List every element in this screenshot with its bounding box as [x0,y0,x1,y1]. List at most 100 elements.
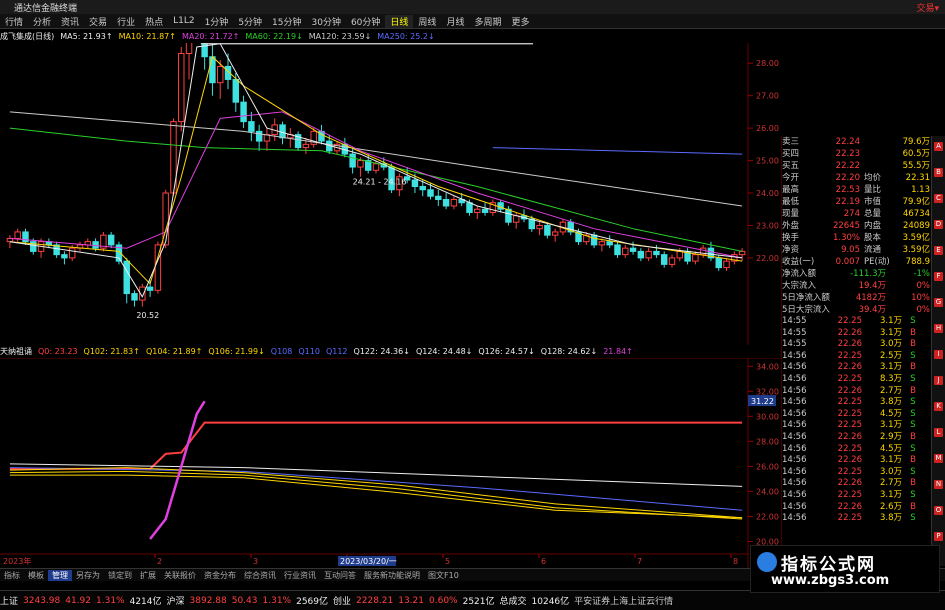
bottom-tab-12[interactable]: 图文F10 [424,570,463,581]
timeframe-1[interactable]: 5分钟 [233,15,267,28]
timeframe-9[interactable]: 更多 [506,15,534,28]
timeframe-2[interactable]: 15分钟 [267,15,306,28]
tick-time: 14:56 [782,373,807,384]
candle-body-29 [232,78,240,103]
side-tool-button-6[interactable]: G [934,298,943,307]
candle-body-52 [411,179,419,188]
side-tool-button-15[interactable]: P [934,532,943,541]
flow-value: 4182万 [855,293,886,303]
candle-body-68 [536,224,543,230]
flow-value: -111.3万 [850,269,886,279]
bottom-tab-7[interactable]: 资金分布 [200,570,240,581]
candle-body-57 [450,198,458,207]
menu-item-0[interactable]: 行情 [0,15,28,28]
candle-body-7 [61,254,68,259]
tick-side: B [910,339,916,350]
timeframe-7[interactable]: 月线 [441,15,469,28]
tick-time: 14:56 [782,397,807,408]
flow-label: 大宗流入 [782,281,817,291]
status-item-6: 3892.88 [189,595,227,606]
status-item-0: 上证 [0,597,19,607]
title-bar: 通达信金融终端 交易▾ [0,0,945,14]
sub-legend-9: Q126: 24.57↓ [478,347,535,356]
bottom-tab-8[interactable]: 综合资讯 [240,570,280,581]
tick-side: B [910,327,916,338]
side-tool-button-2[interactable]: C [934,194,943,203]
stat-value: 9.05 [841,245,860,255]
tick-time: 14:55 [782,327,807,338]
side-tool-button-7[interactable]: H [934,324,943,333]
bottom-tab-9[interactable]: 行业资讯 [280,570,320,581]
tick-side: S [910,443,916,454]
timeframe-0[interactable]: 1分钟 [200,15,234,28]
side-tool-button-10[interactable]: K [934,402,943,411]
candle-body-75 [590,234,598,246]
bottom-tab-10[interactable]: 互动问答 [320,570,360,581]
stat-value-2: 46734 [902,209,930,219]
side-tool-button-13[interactable]: N [934,480,943,489]
candle-body-83 [653,250,660,256]
tick-side: S [910,350,916,361]
side-tool-button-5[interactable]: F [934,272,943,281]
candle-body-85 [668,257,676,265]
candle-body-61 [481,208,489,213]
ma-legend-0: MA5: 21.93↑ [60,31,113,41]
timeframe-5[interactable]: 日线 [385,14,414,28]
main-kline-chart[interactable]: 28.0027.0026.0025.0024.0023.0022.0032.20… [0,43,781,345]
side-tool-button-0[interactable]: A [934,142,943,151]
flow-label: 净流入额 [782,269,817,279]
bottom-tab-2[interactable]: 管理 [48,569,72,581]
candle-body-82 [645,250,652,259]
tick-row-14: 14:56 22.26 2.7万 B [782,478,932,490]
tick-side: S [910,489,916,500]
stat-value: 0.007 [835,257,860,267]
bottom-tab-3[interactable]: 另存为 [72,570,104,581]
bottom-tab-5[interactable]: 扩展 [136,570,160,581]
stat-label: 净资 [782,245,800,255]
sub-legend-label: 天纳祖诵 [0,347,32,356]
bottom-tab-1[interactable]: 模板 [24,570,48,581]
flow-pct: -1% [913,269,930,279]
bottom-tab-11[interactable]: 服务新功能说明 [360,570,424,581]
menu-item-1[interactable]: 分析 [28,15,56,28]
timeframe-3[interactable]: 30分钟 [307,15,346,28]
side-tool-button-3[interactable]: D [934,220,943,229]
tick-price: 22.26 [837,362,862,373]
sub-indicator-chart[interactable]: 34.0032.0030.0028.0026.0024.0022.0020.00… [0,358,781,568]
tick-side: B [910,501,916,512]
side-tool-button-4[interactable]: E [934,246,943,255]
sub-legend-6: Q112 [325,347,348,356]
side-tool-button-1[interactable]: B [934,168,943,177]
timeframe-8[interactable]: 多周期 [469,15,506,28]
side-tool-button-12[interactable]: M [934,454,943,463]
menu-item-6[interactable]: L1L2 [168,16,199,26]
side-tool-button-11[interactable]: L [934,428,943,437]
side-tool-button-14[interactable]: O [934,506,943,515]
side-tool-button-9[interactable]: J [934,376,943,385]
status-item-2: 41.92 [65,595,91,606]
main-chart-legend: 成飞集成(日线) MA5: 21.93↑ MA10: 21.87↑ MA20: 21.… [0,29,945,43]
timeframe-6[interactable]: 周线 [413,15,441,28]
menu-item-3[interactable]: 交易 [84,15,112,28]
timeframe-4[interactable]: 60分钟 [346,15,385,28]
menu-item-4[interactable]: 行业 [112,15,140,28]
order-row-0: 卖三 22.24 79.6万 [782,136,932,148]
trade-button[interactable]: 交易▾ [916,1,939,14]
stat-row-5: 换手 1.30% 股本 3.59亿 [782,232,932,244]
bottom-tab-4[interactable]: 锁定到 [104,570,136,581]
stat-row-1: 最高 22.53 量比 1.13 [782,184,932,196]
stat-label-2: 市值 [864,197,882,207]
sub-tick-label-6: 22.00 [756,512,779,521]
tick-volume: 3.1万 [879,455,902,466]
candle-body-1 [14,231,21,239]
tick-time: 14:56 [782,420,807,431]
side-tool-button-8[interactable]: I [934,350,943,359]
ma-legend-4: MA120: 23.59↓ [308,31,372,41]
sub-legend-11: 21.84↑ [603,347,633,356]
candle-body-79 [622,247,629,256]
menu-item-2[interactable]: 资讯 [56,15,84,28]
bottom-tab-6[interactable]: 关联报价 [160,570,200,581]
tick-time: 14:55 [782,316,807,326]
bottom-tab-0[interactable]: 指标 [0,570,24,581]
menu-item-5[interactable]: 热点 [140,15,168,28]
